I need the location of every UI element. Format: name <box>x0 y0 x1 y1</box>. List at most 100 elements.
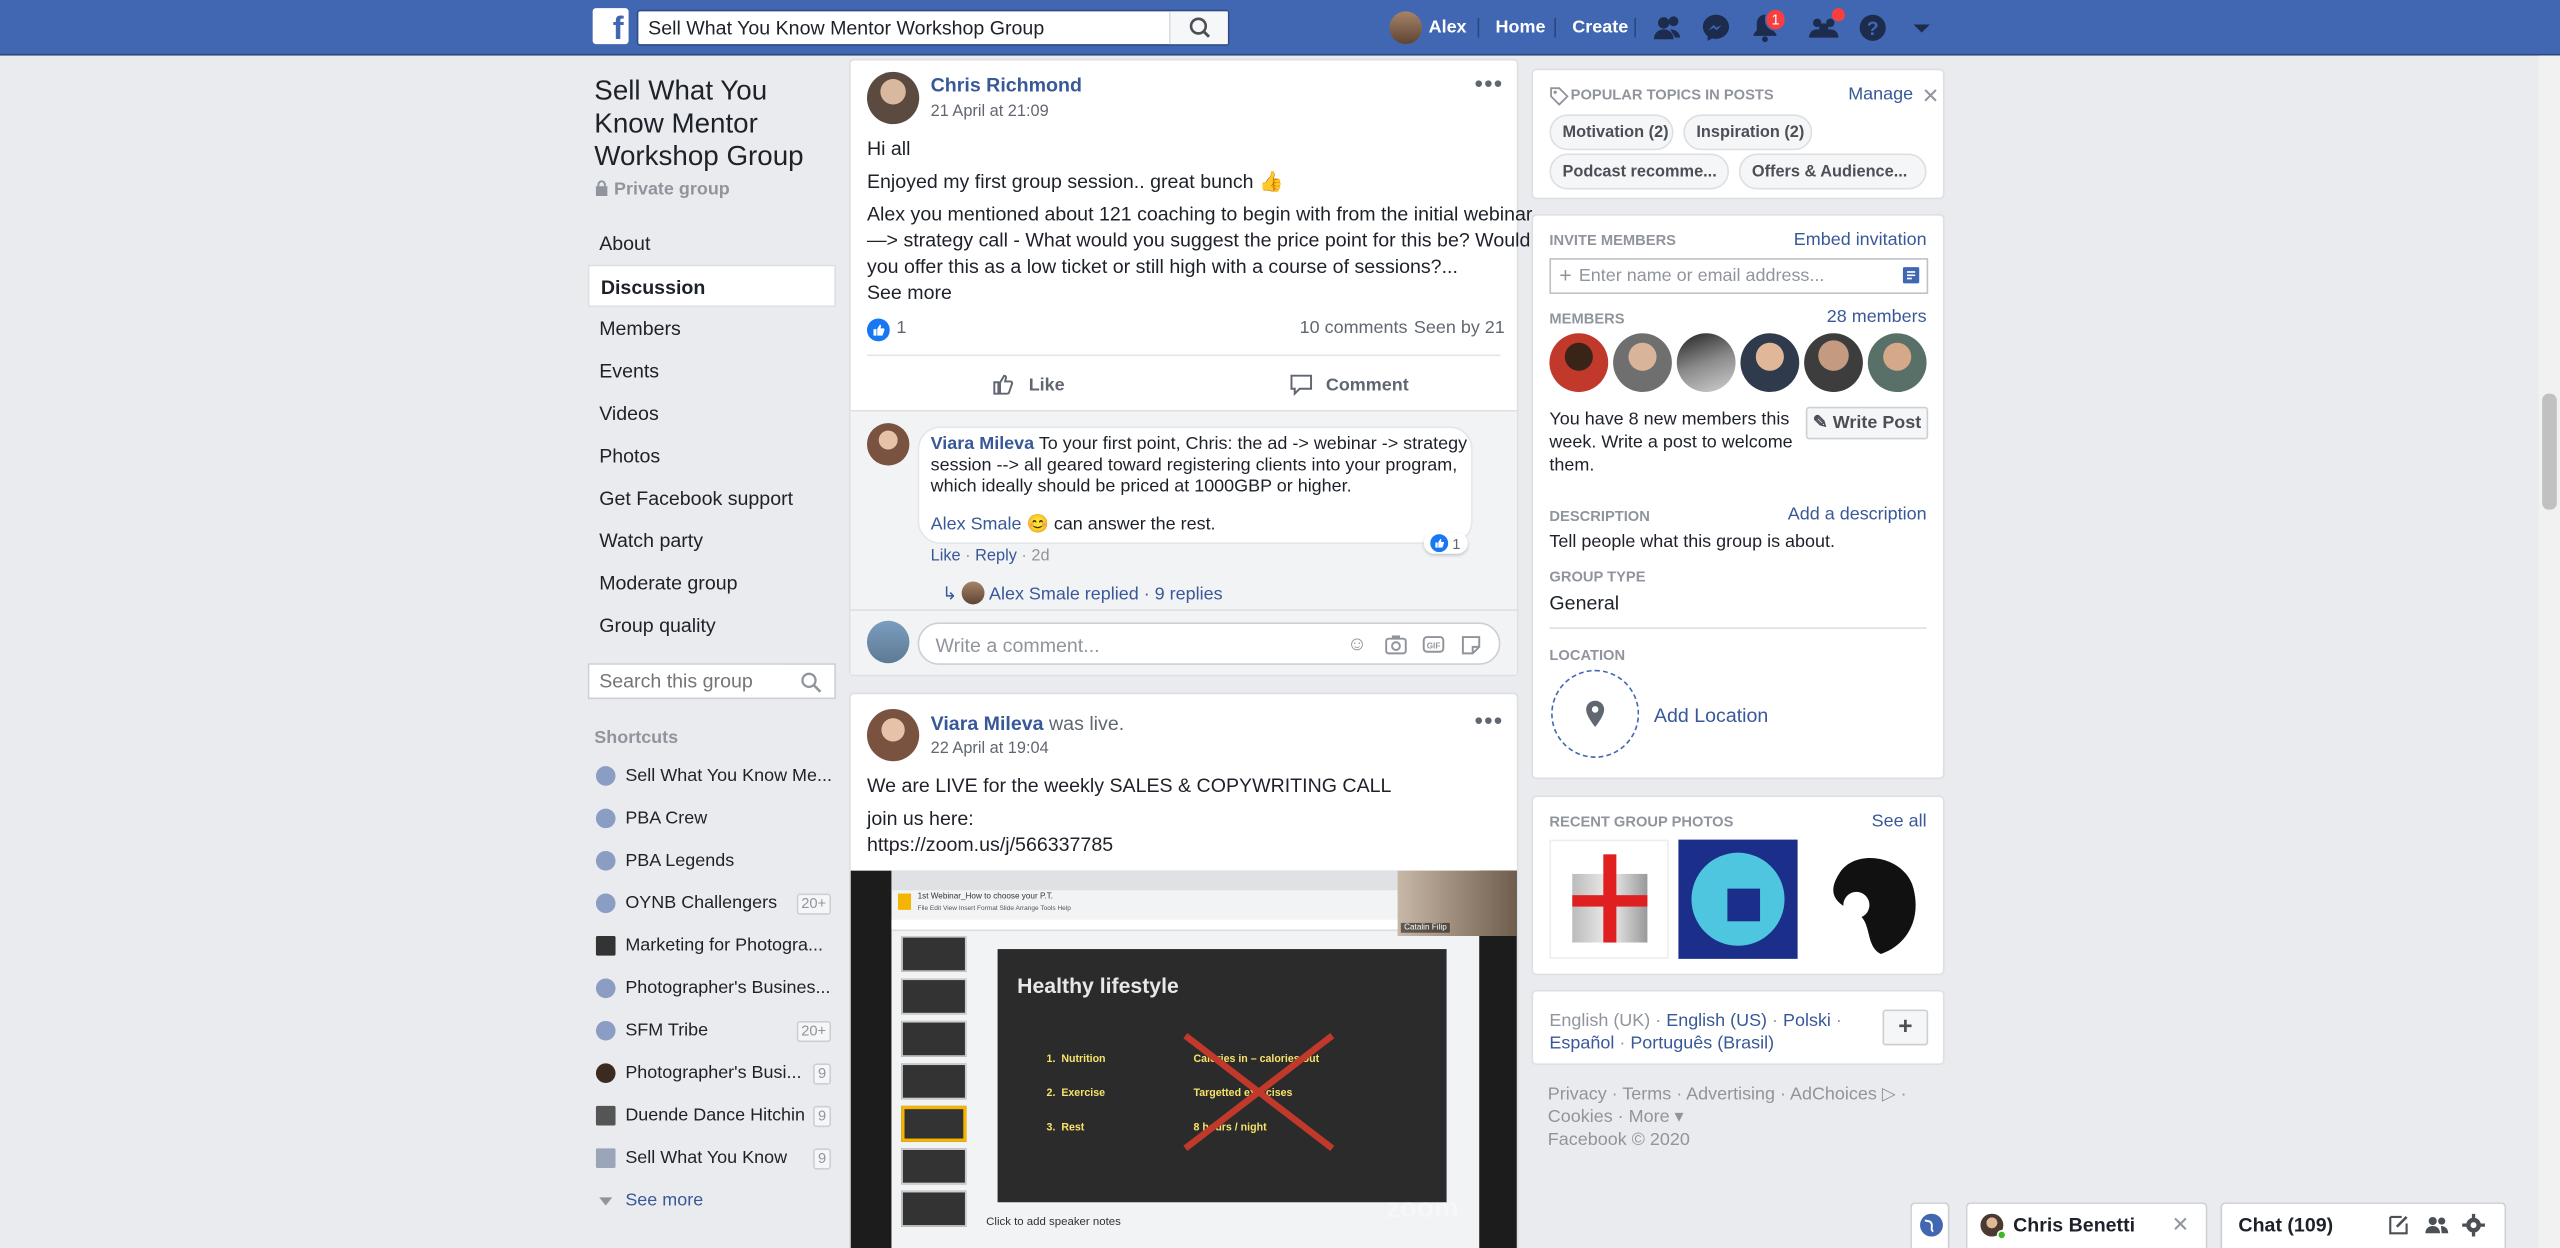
chat-tab[interactable]: Chris Benetti ✕ <box>1965 1202 2208 1248</box>
author-avatar[interactable] <box>866 708 920 762</box>
live-video[interactable]: 1st Webinar_How to choose your P.T. File… <box>850 870 1517 1248</box>
write-post-button[interactable]: ✎ Write Post <box>1805 406 1929 440</box>
help-icon[interactable]: ? <box>1856 11 1889 44</box>
member-avatar[interactable] <box>1613 333 1672 393</box>
search-button[interactable] <box>1169 11 1228 45</box>
menu-videos[interactable]: Videos <box>588 392 836 434</box>
create-link[interactable]: Create <box>1572 0 1628 56</box>
menu-members[interactable]: Members <box>588 307 836 349</box>
settings-gear-icon[interactable] <box>2462 1213 2485 1237</box>
menu-discussion[interactable]: Discussion <box>587 264 836 308</box>
member-avatar[interactable] <box>1867 333 1927 393</box>
shortcut-item[interactable]: Photographer's Busines... <box>588 967 836 1009</box>
shortcuts-see-more[interactable]: See more <box>588 1179 836 1221</box>
shortcut-item[interactable]: OYNB Challengers 20+ <box>588 882 836 924</box>
language-link[interactable]: Español <box>1549 1034 1614 1054</box>
shortcut-item[interactable]: SFM Tribe 20+ <box>588 1010 836 1052</box>
comment-author[interactable]: Viara Mileva <box>931 435 1035 455</box>
home-link[interactable]: Home <box>1496 0 1546 56</box>
post-timestamp[interactable]: 22 April at 19:04 <box>931 740 1049 758</box>
mention-link[interactable]: Alex Smale <box>931 515 1022 535</box>
post-options-icon[interactable]: ••• <box>1475 70 1504 96</box>
location-placeholder[interactable] <box>1551 669 1640 758</box>
global-search-input[interactable] <box>638 11 1161 45</box>
close-icon[interactable]: ✕ <box>2172 1204 2190 1246</box>
group-photo[interactable] <box>1678 839 1798 959</box>
topic-chip[interactable]: Inspiration (2) <box>1683 114 1813 151</box>
messenger-icon[interactable] <box>1700 11 1733 44</box>
view-replies-link[interactable]: ↳ Alex Smale replied · 9 replies <box>942 581 1223 605</box>
facebook-logo-icon[interactable]: f <box>592 8 629 45</box>
menu-watch-party[interactable]: Watch party <box>588 519 836 561</box>
group-title[interactable]: Sell What You Know Mentor Workshop Group <box>594 75 836 173</box>
comment-reply-link[interactable]: Reply <box>975 547 1017 565</box>
comment-composer[interactable]: Write a comment... ☺ GIF <box>917 622 1501 665</box>
post-author[interactable]: Chris Richmond <box>931 74 1082 97</box>
group-search-input[interactable] <box>589 664 786 698</box>
language-link[interactable]: Português (Brasil) <box>1630 1034 1774 1054</box>
post-author[interactable]: Viara Mileva <box>931 712 1044 735</box>
scrollbar-thumb[interactable] <box>2542 393 2557 510</box>
group-photo[interactable] <box>1807 839 1927 959</box>
comment-like-link[interactable]: Like <box>931 547 961 565</box>
user-avatar[interactable] <box>1389 11 1423 45</box>
reaction-count[interactable]: 1 <box>896 319 906 339</box>
shortcut-item[interactable]: Photographer's Busi... 9 <box>588 1052 836 1094</box>
shortcut-item[interactable]: Duende Dance Hitchin 9 <box>588 1094 836 1136</box>
page-scrollbar[interactable] <box>2538 55 2560 1248</box>
menu-moderate-group[interactable]: Moderate group <box>588 562 836 604</box>
comments-count[interactable]: 10 comments <box>1300 319 1408 339</box>
members-count-link[interactable]: 28 members <box>1827 307 1927 327</box>
see-all-photos-link[interactable]: See all <box>1872 812 1927 832</box>
menu-group-quality[interactable]: Group quality <box>588 604 836 646</box>
post-options-icon[interactable]: ••• <box>1475 707 1504 733</box>
commenter-avatar[interactable] <box>866 423 910 466</box>
see-more-link[interactable]: See more <box>867 279 952 305</box>
profile-link[interactable]: Alex <box>1429 0 1467 56</box>
shortcut-item[interactable]: Marketing for Photogra... <box>588 925 836 967</box>
sticker-icon[interactable] <box>1460 634 1483 655</box>
author-avatar[interactable] <box>866 71 920 125</box>
add-description-link[interactable]: Add a description <box>1788 505 1927 525</box>
footer-links[interactable]: Privacy · Terms · Advertising · AdChoice… <box>1548 1083 1907 1152</box>
account-menu-icon[interactable] <box>1905 11 1938 44</box>
shortcut-item[interactable]: PBA Legends <box>588 840 836 882</box>
embed-invitation-link[interactable]: Embed invitation <box>1794 230 1927 250</box>
camera-icon[interactable] <box>1385 634 1408 655</box>
comment-button[interactable]: Comment <box>1288 371 1409 397</box>
add-language-button[interactable]: + <box>1882 1009 1929 1046</box>
member-avatar[interactable] <box>1740 333 1800 393</box>
close-icon[interactable]: ✕ <box>1922 83 1940 109</box>
contact-book-icon[interactable] <box>1902 266 1920 284</box>
topic-chip[interactable]: Podcast recomme... <box>1549 153 1730 190</box>
post-timestamp[interactable]: 21 April at 21:09 <box>931 103 1049 121</box>
chat-globe[interactable] <box>1910 1202 1950 1248</box>
friend-requests-icon[interactable] <box>1651 11 1684 44</box>
chat-sidebar-bar[interactable]: Chat (109) <box>2220 1202 2507 1248</box>
seen-by-count[interactable]: Seen by 21 <box>1414 319 1505 339</box>
gif-icon[interactable]: GIF <box>1422 634 1445 655</box>
create-group-icon[interactable] <box>2425 1214 2449 1237</box>
add-location-link[interactable]: Add Location <box>1654 704 1768 727</box>
search-icon[interactable] <box>800 671 823 694</box>
emoji-icon[interactable]: ☺ <box>1347 632 1367 655</box>
zoom-link[interactable]: https://zoom.us/j/566337785 <box>867 831 1113 857</box>
menu-events[interactable]: Events <box>588 350 836 392</box>
topic-chip[interactable]: Motivation (2) <box>1549 114 1674 151</box>
shortcut-item[interactable]: Sell What You Know 9 <box>588 1137 836 1179</box>
menu-get-support[interactable]: Get Facebook support <box>588 477 836 519</box>
new-message-icon[interactable] <box>2387 1214 2410 1237</box>
language-link[interactable]: Polski <box>1783 1011 1831 1031</box>
topic-chip[interactable]: Offers & Audience... <box>1738 153 1927 190</box>
comment-reaction[interactable]: 1 <box>1423 532 1468 554</box>
shortcut-item[interactable]: PBA Crew <box>588 797 836 839</box>
menu-about[interactable]: About <box>588 222 836 264</box>
group-photo[interactable] <box>1549 839 1669 959</box>
member-avatar[interactable] <box>1549 333 1609 393</box>
like-button[interactable]: Like <box>991 371 1065 397</box>
member-avatar[interactable] <box>1804 333 1863 393</box>
shortcut-item[interactable]: Sell What You Know Me... <box>588 755 836 797</box>
language-link[interactable]: English (US) <box>1666 1011 1767 1031</box>
invite-input[interactable]: + Enter name or email address... <box>1549 258 1929 295</box>
manage-topics-link[interactable]: Manage <box>1848 85 1913 105</box>
